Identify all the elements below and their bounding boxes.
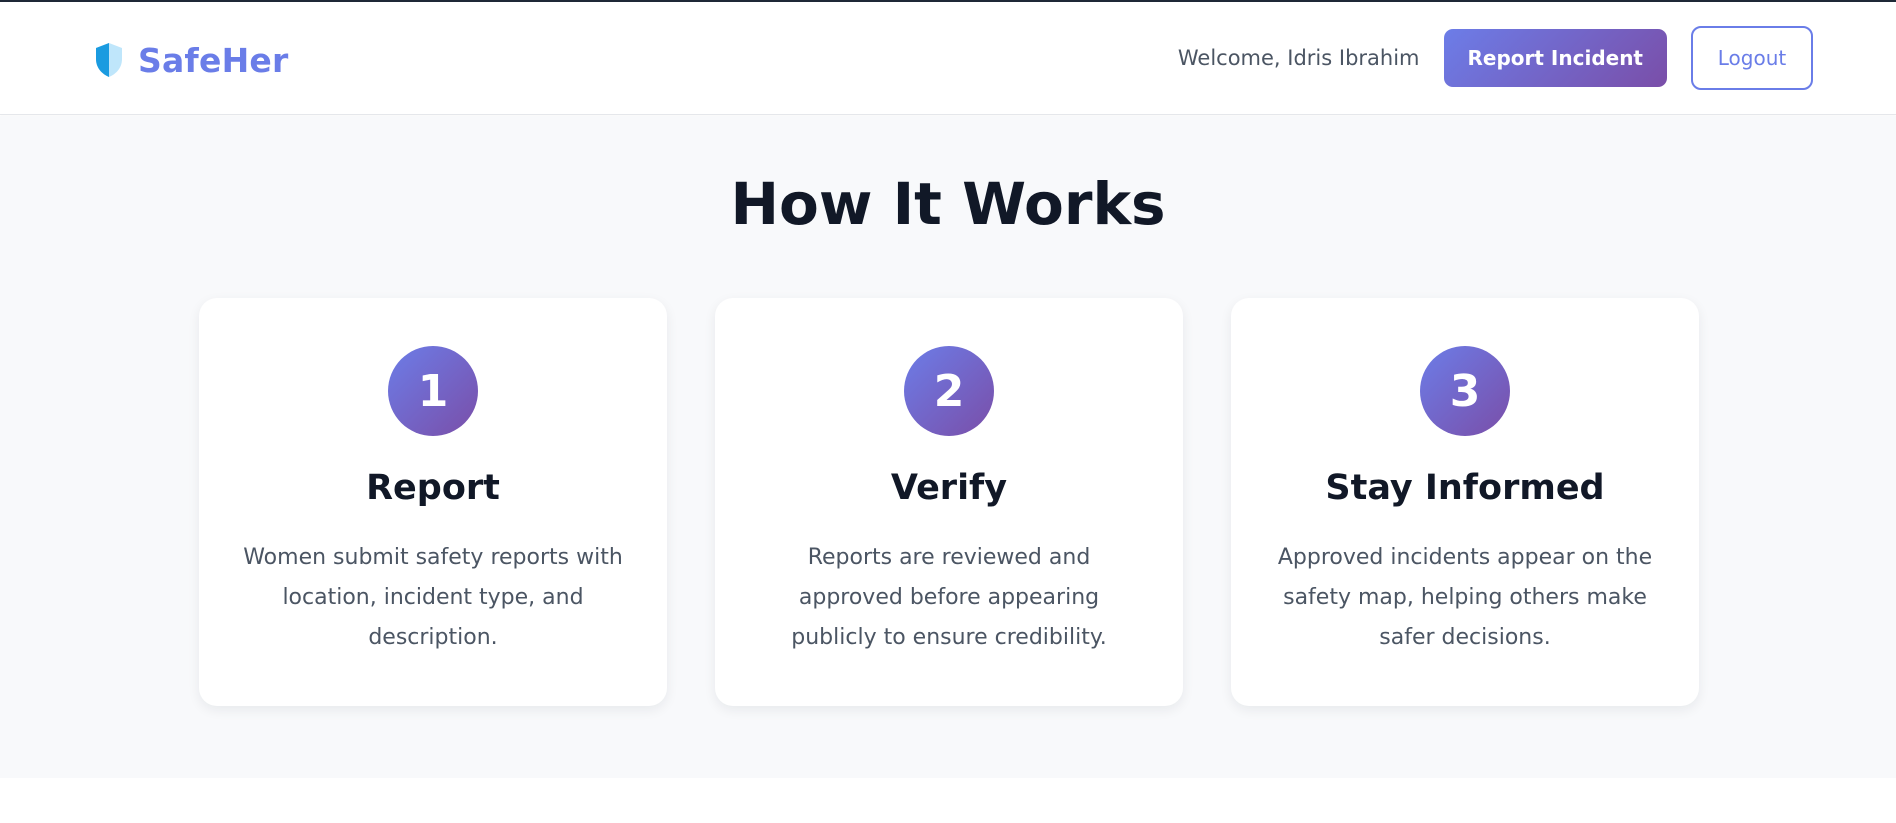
- step-card-stay-informed: 3 Stay Informed Approved incidents appea…: [1231, 298, 1699, 706]
- section-title: How It Works: [730, 170, 1166, 238]
- step-title: Verify: [890, 468, 1008, 508]
- step-number-badge: 3: [1420, 346, 1510, 436]
- step-number-badge: 2: [904, 346, 994, 436]
- navbar: SafeHer Welcome, Idris Ibrahim Report In…: [0, 2, 1896, 115]
- brand-logo-link[interactable]: SafeHer: [94, 40, 288, 80]
- step-number-badge: 1: [388, 346, 478, 436]
- step-title: Report: [366, 468, 500, 508]
- how-it-works-section: How It Works 1 Report Women submit safet…: [0, 116, 1896, 778]
- step-card-report: 1 Report Women submit safety reports wit…: [199, 298, 667, 706]
- welcome-message: Welcome, Idris Ibrahim: [1177, 46, 1420, 70]
- nav-actions: Welcome, Idris Ibrahim Report Incident L…: [1177, 26, 1813, 90]
- step-description: Reports are reviewed and approved before…: [791, 545, 1107, 650]
- step-title: Stay Informed: [1325, 468, 1605, 508]
- shield-icon: [94, 42, 124, 78]
- step-description: Women submit safety reports with locatio…: [243, 545, 623, 650]
- step-card-verify: 2 Verify Reports are reviewed and approv…: [715, 298, 1183, 706]
- step-description: Approved incidents appear on the safety …: [1277, 545, 1653, 650]
- brand-name: SafeHer: [138, 40, 289, 80]
- report-incident-button[interactable]: Report Incident: [1443, 29, 1667, 87]
- logout-button[interactable]: Logout: [1691, 26, 1813, 90]
